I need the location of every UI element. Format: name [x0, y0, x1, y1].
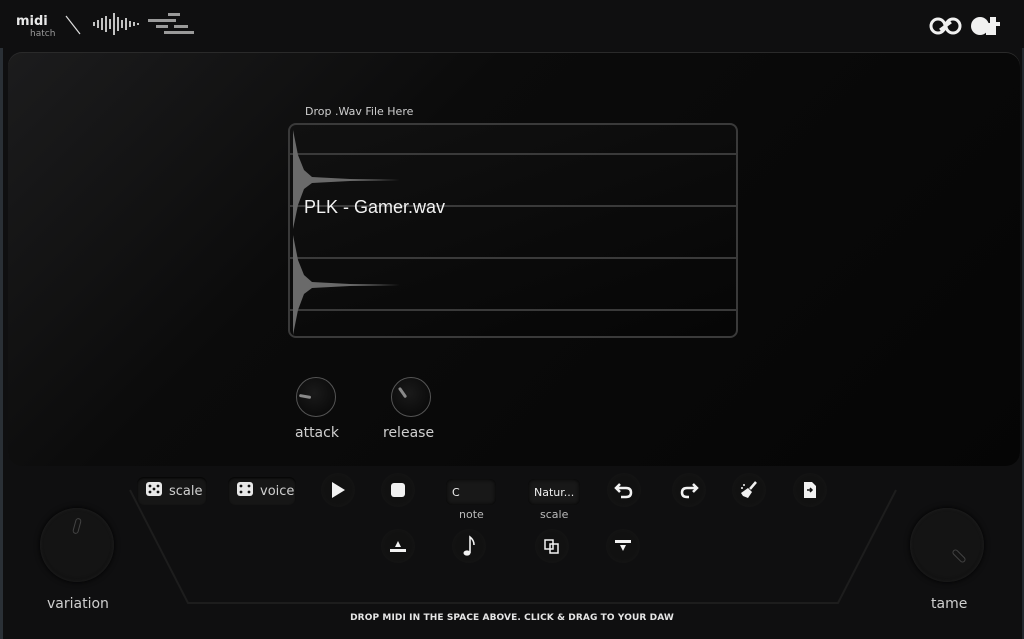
note-length-button[interactable]	[452, 529, 486, 563]
stop-button[interactable]	[381, 473, 415, 507]
play-icon	[332, 482, 345, 498]
play-button[interactable]	[321, 473, 355, 507]
randomize-scale-button[interactable]: scale	[137, 477, 207, 505]
duplicate-button[interactable]	[535, 529, 569, 563]
stop-icon	[391, 483, 405, 497]
dice-icon	[145, 480, 163, 502]
randomize-voice-label: voice	[260, 483, 295, 499]
note-select[interactable]: C	[446, 479, 496, 505]
octave-up-icon	[390, 541, 406, 552]
duplicate-icon	[544, 539, 559, 554]
note-label: note	[459, 508, 484, 521]
tame-knob[interactable]	[910, 508, 984, 582]
music-note-icon	[463, 535, 475, 556]
scale-label: scale	[540, 508, 569, 521]
broom-icon	[741, 481, 757, 498]
variation-knob[interactable]	[40, 508, 114, 582]
scale-select[interactable]: Natur...	[528, 479, 580, 505]
redo-icon	[680, 483, 699, 499]
footer-hint: DROP MIDI IN THE SPACE ABOVE. CLICK & DR…	[350, 613, 674, 623]
variation-label: variation	[47, 596, 109, 612]
undo-icon	[614, 483, 633, 499]
control-panel-outline	[129, 489, 897, 604]
export-midi-button[interactable]	[793, 473, 827, 507]
randomize-voice-button[interactable]: voice	[228, 477, 296, 505]
octave-up-button[interactable]	[381, 529, 415, 563]
clear-button[interactable]	[732, 473, 766, 507]
redo-button[interactable]	[672, 473, 706, 507]
tame-label: tame	[931, 596, 968, 612]
octave-down-icon	[615, 540, 631, 551]
octave-down-button[interactable]	[606, 529, 640, 563]
dice-icon	[236, 480, 254, 502]
undo-button[interactable]	[607, 473, 641, 507]
randomize-scale-label: scale	[169, 483, 203, 499]
file-export-icon	[804, 482, 816, 498]
knob-indicator	[951, 548, 967, 564]
knob-indicator	[72, 517, 82, 535]
